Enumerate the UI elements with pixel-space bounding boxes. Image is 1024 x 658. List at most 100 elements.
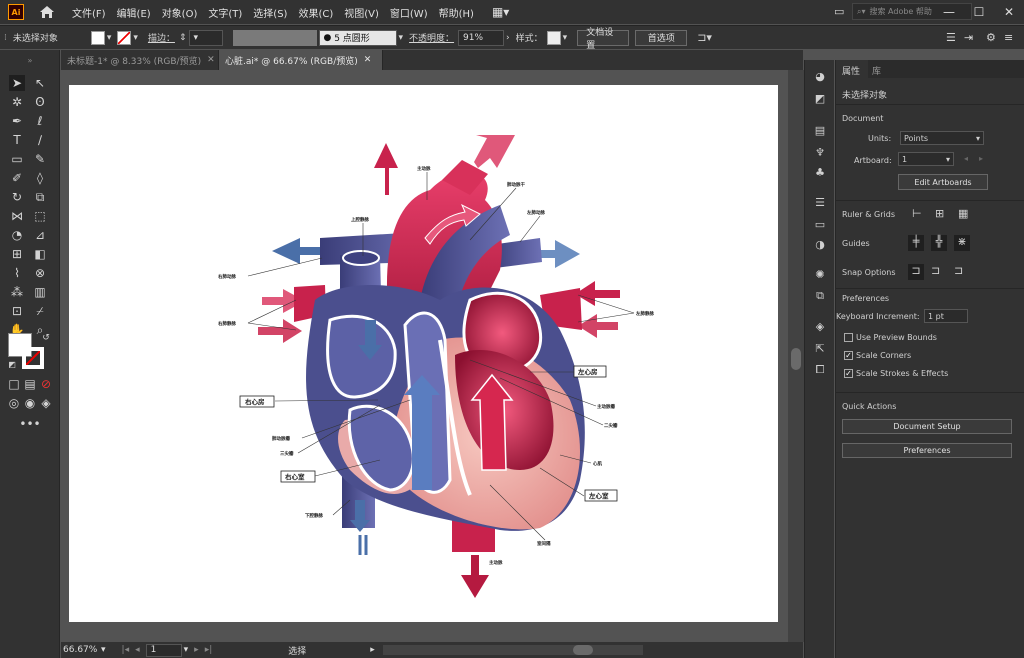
type-icon[interactable]: T bbox=[9, 132, 25, 148]
symbol-sprayer-icon[interactable]: ⁂ bbox=[9, 284, 25, 300]
document-setup-button[interactable]: 文档设置 bbox=[577, 28, 630, 51]
select-icon[interactable]: ➤ bbox=[9, 75, 25, 91]
transform-icon[interactable]: ⇥ bbox=[964, 31, 973, 44]
color-icon[interactable]: ◩ bbox=[812, 90, 828, 106]
settings-icon[interactable]: ⚙ bbox=[986, 31, 996, 44]
h-scroll-thumb[interactable] bbox=[572, 645, 593, 655]
prev-artboard-icon[interactable]: ◂ bbox=[135, 645, 140, 655]
brush-icon[interactable]: ✎ bbox=[32, 151, 48, 167]
chevron-down-icon[interactable]: ▾ bbox=[399, 33, 404, 43]
perspective-icon[interactable]: ⊿ bbox=[32, 227, 48, 243]
stroke-weight-field[interactable]: ▾ bbox=[188, 29, 223, 46]
stroke-label[interactable]: 描边： bbox=[148, 31, 175, 44]
next-artboard-icon[interactable]: ▸ bbox=[194, 645, 199, 655]
preferences-button-panel[interactable]: Preferences bbox=[842, 443, 1012, 458]
style-swatch[interactable] bbox=[546, 30, 561, 45]
gradient-icon[interactable]: ◧ bbox=[32, 246, 48, 262]
horizontal-scrollbar[interactable] bbox=[382, 645, 643, 655]
close-icon[interactable]: ✕ bbox=[207, 55, 215, 65]
maximize-button[interactable]: ☐ bbox=[964, 5, 994, 19]
prev-artboard-icon[interactable]: ◂ bbox=[964, 154, 968, 163]
default-colors-icon[interactable]: ◩ bbox=[4, 356, 20, 372]
chevron-down-icon[interactable]: ▾ bbox=[107, 33, 112, 43]
draw-behind-icon[interactable]: ◉ bbox=[22, 395, 38, 411]
zoom-level[interactable]: 66.67% bbox=[63, 645, 97, 655]
preferences-button[interactable]: 首选项 bbox=[635, 29, 688, 46]
show-guides-icon[interactable]: ╪ bbox=[908, 235, 924, 251]
arrange-icon[interactable]: ▭ bbox=[834, 5, 844, 18]
opacity-label[interactable]: 不透明度： bbox=[409, 31, 454, 44]
export-icon[interactable]: ⇱ bbox=[812, 340, 828, 356]
none-mode-icon[interactable]: ⊘ bbox=[38, 376, 54, 392]
graphic-styles-icon[interactable]: ⧉ bbox=[812, 288, 828, 304]
stroke-swatch[interactable] bbox=[117, 30, 132, 45]
transparency-grid-icon[interactable]: ▦ bbox=[958, 207, 968, 220]
status-menu-icon[interactable]: ▸ bbox=[370, 645, 375, 655]
menu-select[interactable]: 选择(S) bbox=[253, 5, 287, 20]
layers-icon[interactable]: ◈ bbox=[812, 318, 828, 334]
home-icon[interactable] bbox=[38, 3, 56, 21]
grid-icon[interactable]: ⊞ bbox=[935, 207, 944, 220]
magic-wand-icon[interactable]: ✲ bbox=[9, 94, 25, 110]
keyboard-increment-field[interactable]: 1 pt bbox=[924, 309, 968, 323]
chevron-down-icon[interactable]: ▾ bbox=[101, 645, 106, 655]
units-select[interactable]: Points ▾ bbox=[900, 131, 984, 145]
curvature-icon[interactable]: ℓ bbox=[32, 113, 48, 129]
use-preview-bounds-checkbox[interactable]: Use Preview Bounds bbox=[844, 333, 937, 342]
align-menu-icon[interactable]: ⊐▾ bbox=[697, 31, 712, 44]
transparency-icon[interactable]: ◑ bbox=[812, 236, 828, 252]
scale-icon[interactable]: ⧉ bbox=[32, 189, 48, 205]
slice-icon[interactable]: ⌿ bbox=[32, 303, 48, 319]
scale-corners-checkbox[interactable]: ✓ Scale Corners bbox=[844, 351, 911, 360]
scale-strokes-checkbox[interactable]: ✓ Scale Strokes & Effects bbox=[844, 369, 948, 378]
stroke-icon[interactable]: ☰ bbox=[812, 194, 828, 210]
eyedropper-icon[interactable]: ⌇ bbox=[9, 265, 25, 281]
blend-icon[interactable]: ⊗ bbox=[32, 265, 48, 281]
menu-object[interactable]: 对象(O) bbox=[162, 5, 198, 20]
close-icon[interactable]: ✕ bbox=[364, 55, 372, 65]
document-setup-button-panel[interactable]: Document Setup bbox=[842, 419, 1012, 434]
menu-type[interactable]: 文字(T) bbox=[208, 5, 242, 20]
opacity-field[interactable]: 91% bbox=[458, 29, 505, 46]
artboard-icon[interactable]: ⊡ bbox=[9, 303, 25, 319]
tab-library[interactable]: 库 bbox=[872, 64, 881, 77]
eraser-icon[interactable]: ◊ bbox=[32, 170, 48, 186]
menu-view[interactable]: 视图(V) bbox=[344, 5, 379, 20]
artboard-number[interactable]: 1 bbox=[145, 643, 182, 657]
symbols-icon[interactable]: ♣ bbox=[812, 164, 828, 180]
menu-edit[interactable]: 编辑(E) bbox=[117, 5, 151, 20]
direct-select-icon[interactable]: ↖ bbox=[32, 75, 48, 91]
first-artboard-icon[interactable]: |◂ bbox=[122, 645, 130, 655]
free-transform-icon[interactable]: ⬚ bbox=[32, 208, 48, 224]
scroll-thumb[interactable] bbox=[791, 348, 801, 370]
menu-effect[interactable]: 效果(C) bbox=[298, 5, 333, 20]
menu-help[interactable]: 帮助(H) bbox=[439, 5, 474, 20]
snap-to-glyph-icon[interactable]: ⊐ bbox=[954, 264, 963, 277]
minimize-button[interactable]: — bbox=[934, 5, 964, 19]
artboard-select[interactable]: 1 ▾ bbox=[898, 152, 954, 166]
libraries-icon[interactable]: ▤ bbox=[812, 122, 828, 138]
tab-properties[interactable]: 属性 bbox=[836, 60, 868, 78]
rotate-icon[interactable]: ↻ bbox=[9, 189, 25, 205]
panel-options-icon[interactable]: ≡ bbox=[1004, 31, 1013, 44]
pen-icon[interactable]: ✒ bbox=[9, 113, 25, 129]
chevron-down-icon[interactable]: ▾ bbox=[184, 645, 189, 655]
chevron-down-icon[interactable]: ▾ bbox=[563, 33, 568, 43]
lock-guides-icon[interactable]: ╬ bbox=[931, 235, 947, 251]
close-button[interactable]: ✕ bbox=[994, 5, 1024, 19]
shape-builder-icon[interactable]: ◔ bbox=[9, 227, 25, 243]
appearance-icon[interactable]: ✺ bbox=[812, 266, 828, 282]
artboards-icon[interactable]: ⧠ bbox=[812, 362, 828, 378]
swap-colors-icon[interactable]: ↺ bbox=[38, 330, 54, 346]
edit-artboards-button[interactable]: Edit Artboards bbox=[898, 174, 988, 190]
lasso-icon[interactable]: ʘ bbox=[32, 94, 48, 110]
brushes-icon[interactable]: ♆ bbox=[812, 144, 828, 160]
snap-to-pixel-icon[interactable]: ⊐ bbox=[931, 264, 940, 277]
variable-width-field[interactable] bbox=[232, 29, 317, 46]
brush-select[interactable]: ● 5 点圆形 bbox=[318, 29, 397, 46]
next-artboard-icon[interactable]: ▸ bbox=[979, 154, 983, 163]
color-mode-icon[interactable]: □ bbox=[6, 376, 22, 392]
collapse-icon[interactable]: » bbox=[22, 52, 38, 68]
artboard-canvas[interactable]: 主动脉 肺动脉干 左肺动脉 上腔静脉 右肺动脉 右肺静脉 左肺静脉 左心房 主动… bbox=[69, 85, 778, 622]
draw-inside-icon[interactable]: ◈ bbox=[38, 395, 54, 411]
